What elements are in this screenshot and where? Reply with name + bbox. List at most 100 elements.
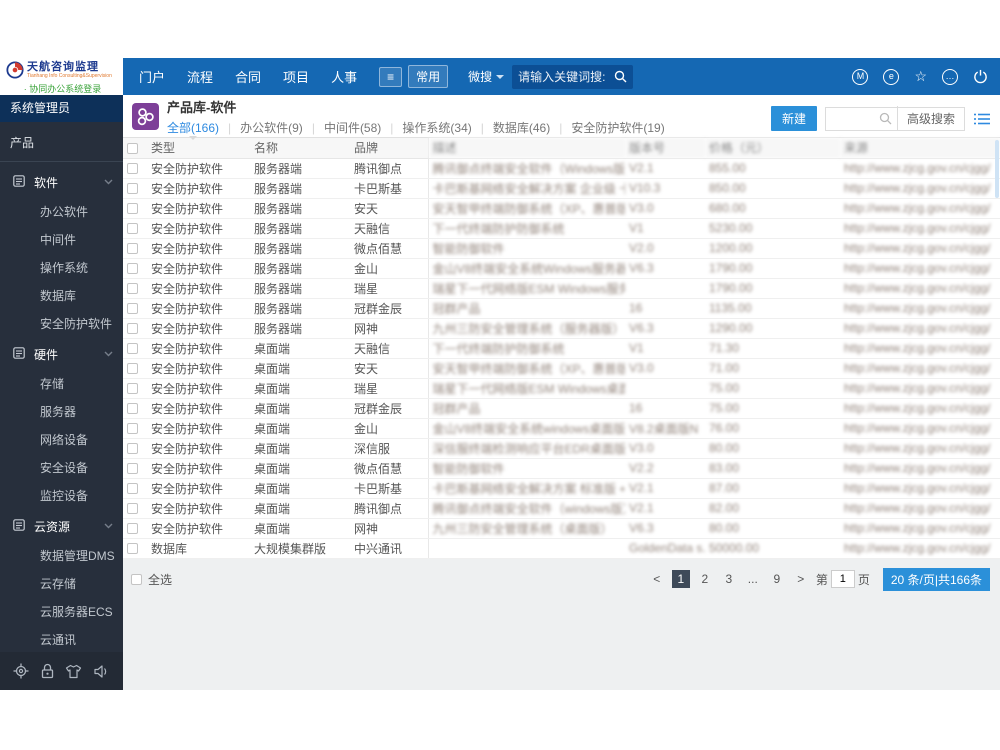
page-next-button[interactable]: > [792, 570, 810, 588]
topnav-item-2[interactable]: 合同 [235, 67, 261, 86]
global-search-input[interactable] [518, 69, 615, 84]
row-checkbox[interactable] [127, 183, 138, 195]
row-checkbox-cell [123, 258, 147, 279]
tab-2[interactable]: 中间件(58) [324, 119, 381, 136]
search-icon[interactable] [614, 70, 627, 83]
page-button-9[interactable]: 9 [768, 570, 786, 588]
row-checkbox[interactable] [127, 483, 138, 495]
sidebar-group-1[interactable]: 硬件 [0, 338, 123, 370]
sidebar-item-1-3[interactable]: 安全设备 [0, 454, 123, 482]
sidebar-item-1-1[interactable]: 服务器 [0, 398, 123, 426]
m-badge-icon[interactable]: M [852, 68, 869, 85]
tab-1[interactable]: 办公软件(9) [240, 119, 303, 136]
cell-desc: 九州三防安全管理系统（桌面版） [428, 518, 625, 539]
lock-icon[interactable] [40, 663, 55, 679]
table-row-15: 安全防护软件 桌面端 微点佰慧 智能防御软件 V2.2 83.00 http://www.z… [123, 458, 1000, 479]
row-checkbox[interactable] [127, 283, 138, 295]
cell-name: 桌面端 [250, 518, 350, 539]
column-header-source: 来源 [840, 138, 1000, 159]
sidebar-item-0-4[interactable]: 安全防护软件 [0, 310, 123, 338]
logo-title: 天航咨询监理 [27, 61, 99, 73]
cell-type: 安全防护软件 [147, 458, 250, 479]
row-checkbox[interactable] [127, 263, 138, 275]
menu-button[interactable]: ≡ [379, 66, 403, 87]
page-prev-button[interactable]: < [648, 570, 666, 588]
sidebar-section-product[interactable]: 产品 [0, 122, 123, 161]
sidebar-item-0-1[interactable]: 中间件 [0, 226, 123, 254]
table-search-icon[interactable] [874, 112, 897, 125]
cell-version: V1 [625, 218, 705, 239]
sidebar-item-1-0[interactable]: 存储 [0, 370, 123, 398]
header-checkbox[interactable] [127, 143, 138, 155]
page-size-info[interactable]: 20 条/页|共166条 [882, 567, 990, 591]
table-search-input[interactable] [825, 111, 874, 126]
row-checkbox[interactable] [127, 543, 138, 555]
cell-brand: 腾讯御点 [350, 498, 429, 519]
sidebar-item-0-3[interactable]: 数据库 [0, 282, 123, 310]
list-view-icon[interactable] [974, 112, 990, 126]
sidebar-item-1-2[interactable]: 网络设备 [0, 426, 123, 454]
tab-4[interactable]: 数据库(46) [493, 119, 550, 136]
page-button-3[interactable]: 3 [720, 570, 738, 588]
sidebar-item-2-0[interactable]: 数据管理DMS [0, 542, 123, 570]
row-checkbox[interactable] [127, 463, 138, 475]
scrollbar-thumb[interactable] [995, 140, 999, 198]
cell-brand: 瑞星 [350, 378, 429, 399]
row-checkbox[interactable] [127, 523, 138, 535]
cell-source: http://www.zjcg.gov.cn/cjgg/ [840, 458, 1000, 479]
cell-type: 安全防护软件 [147, 158, 250, 179]
more-icon[interactable]: … [942, 68, 958, 85]
topnav-item-4[interactable]: 人事 [331, 67, 357, 86]
cell-brand: 冠群金辰 [350, 298, 429, 319]
cell-source: http://www.zjcg.gov.cn/cjgg/ [840, 178, 1000, 199]
theme-icon[interactable] [65, 664, 82, 679]
cell-source: http://www.zjcg.gov.cn/cjgg/ [840, 538, 1000, 559]
tab-5[interactable]: 安全防护软件(19) [571, 119, 664, 136]
row-checkbox[interactable] [127, 323, 138, 335]
row-checkbox[interactable] [127, 163, 138, 175]
select-all-checkbox[interactable] [131, 573, 142, 585]
cell-type: 数据库 [147, 538, 250, 559]
cell-type: 安全防护软件 [147, 298, 250, 319]
topnav-item-0[interactable]: 门户 [139, 67, 165, 86]
sound-icon[interactable] [93, 664, 110, 679]
sidebar-item-0-2[interactable]: 操作系统 [0, 254, 123, 282]
sidebar-item-2-2[interactable]: 云服务器ECS [0, 598, 123, 626]
tab-3[interactable]: 操作系统(34) [402, 119, 471, 136]
select-all[interactable]: 全选 [131, 571, 172, 588]
cell-brand: 卡巴斯基 [350, 178, 429, 199]
row-checkbox[interactable] [127, 223, 138, 235]
row-checkbox[interactable] [127, 503, 138, 515]
advanced-search-button[interactable]: 高级搜索 [896, 106, 964, 131]
sidebar-item-1-4[interactable]: 监控设备 [0, 482, 123, 510]
row-checkbox[interactable] [127, 243, 138, 255]
row-checkbox[interactable] [127, 343, 138, 355]
row-checkbox[interactable] [127, 423, 138, 435]
frequent-button[interactable]: 常用 [408, 65, 449, 88]
row-checkbox[interactable] [127, 203, 138, 215]
row-checkbox[interactable] [127, 363, 138, 375]
page-button-1[interactable]: 1 [671, 570, 690, 588]
sidebar-item-0-0[interactable]: 办公软件 [0, 198, 123, 226]
logo-tagline[interactable]: · 协同办公系统登录 [6, 82, 119, 95]
tab-0[interactable]: 全部(166) [167, 119, 219, 136]
row-checkbox[interactable] [127, 443, 138, 455]
goto-page-input[interactable] [830, 570, 855, 588]
topnav-item-1[interactable]: 流程 [187, 67, 213, 86]
sidebar-item-2-3[interactable]: 云通讯 [0, 626, 123, 654]
topnav-item-3[interactable]: 项目 [283, 67, 309, 86]
sidebar-group-0[interactable]: 软件 [0, 166, 123, 198]
page-button-2[interactable]: 2 [696, 570, 714, 588]
row-checkbox[interactable] [127, 303, 138, 315]
sidebar-item-2-1[interactable]: 云存储 [0, 570, 123, 598]
star-icon[interactable]: ☆ [914, 68, 927, 85]
row-checkbox[interactable] [127, 403, 138, 415]
cell-version: V2.1 [625, 158, 705, 179]
row-checkbox[interactable] [127, 383, 138, 395]
settings-icon[interactable] [13, 663, 29, 679]
sidebar-group-2[interactable]: 云资源 [0, 510, 123, 542]
new-button[interactable]: 新建 [770, 106, 817, 131]
wesearch-dropdown[interactable]: 微搜 [468, 68, 505, 85]
message-icon[interactable]: e [883, 68, 900, 85]
power-icon[interactable] [973, 69, 988, 84]
